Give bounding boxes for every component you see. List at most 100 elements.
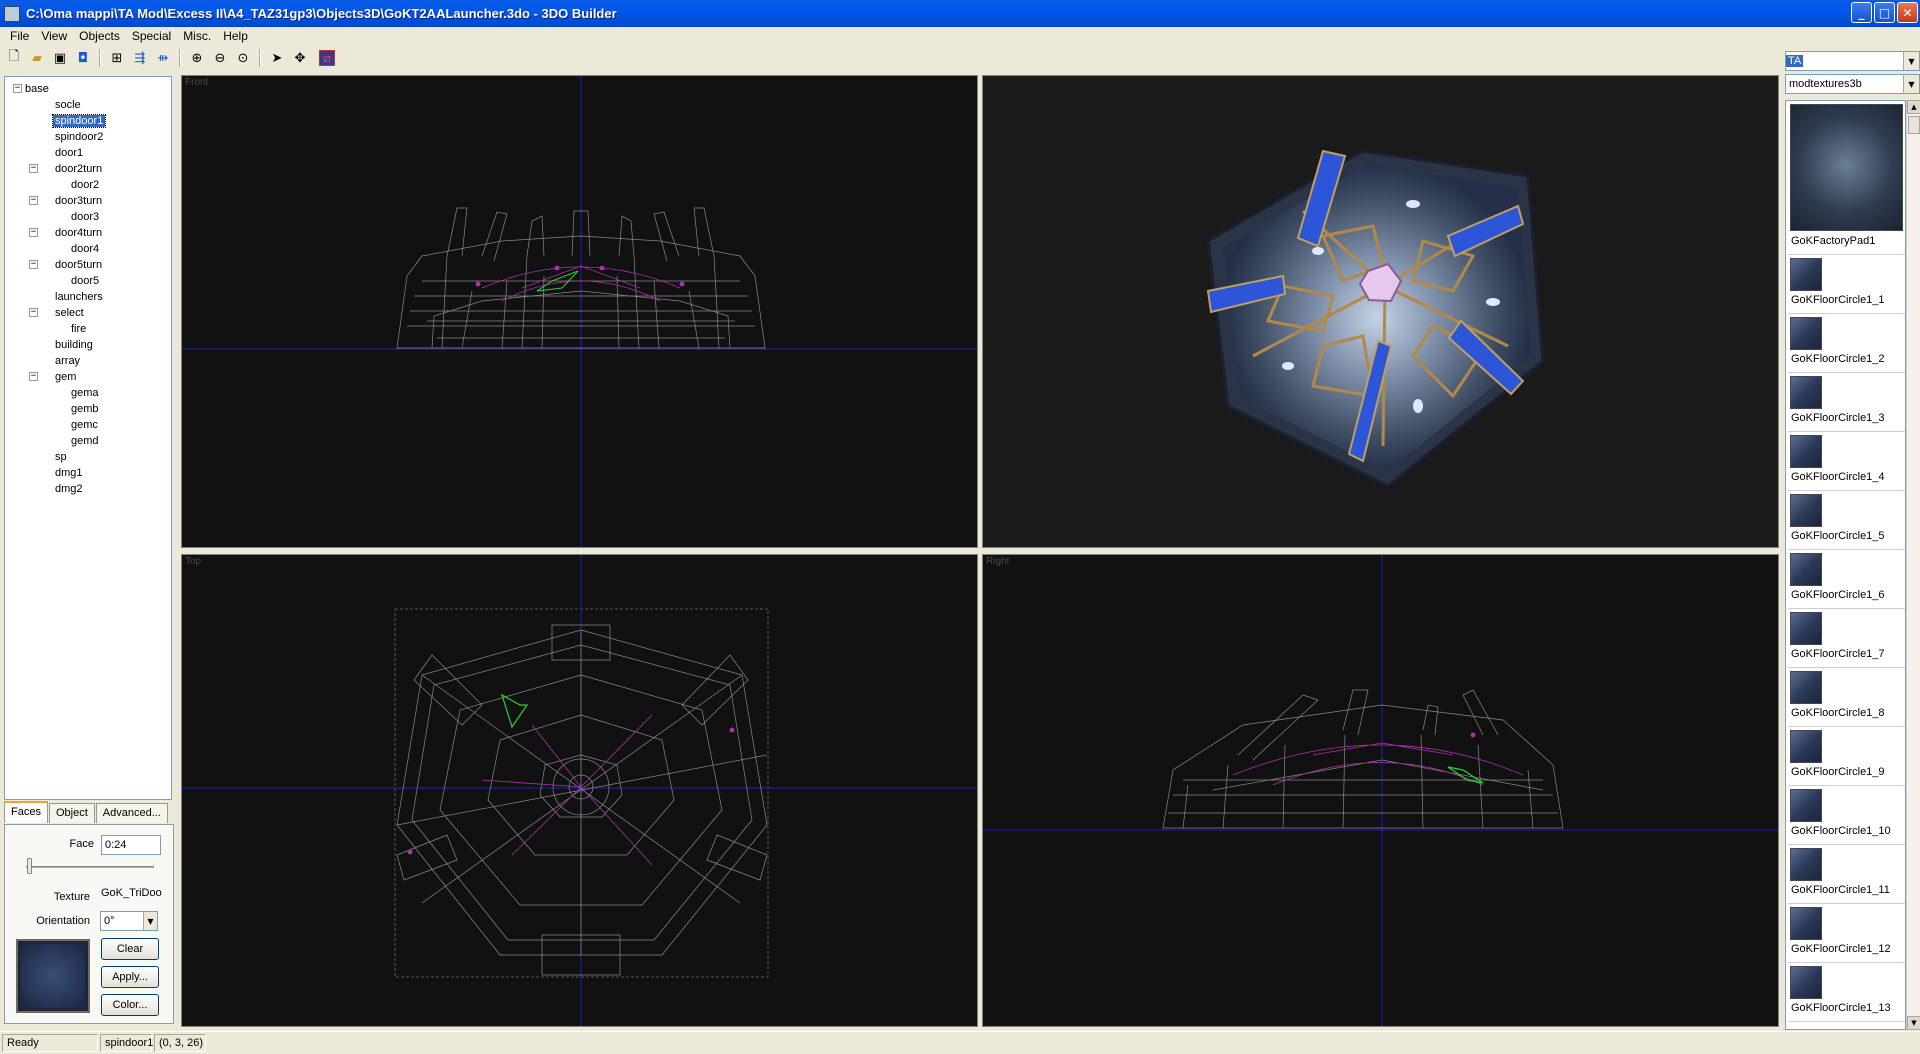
zoom-in-icon[interactable]: ⊕ xyxy=(187,48,207,68)
texture-item[interactable]: GoKFactoryPad1 xyxy=(1788,102,1905,255)
close-button[interactable]: ✕ xyxy=(1897,2,1918,23)
texture-item[interactable]: GoKFloorCircle1_11 xyxy=(1788,846,1905,904)
tree-item[interactable]: dmg2 xyxy=(5,481,171,497)
collapse-icon[interactable]: − xyxy=(29,308,38,317)
zoom-fit-icon[interactable]: ⊙ xyxy=(233,48,253,68)
tree-item[interactable]: door3 xyxy=(5,209,171,225)
texture-thumbnail xyxy=(1790,553,1822,586)
texture-item[interactable]: GoKFloorCircle1_8 xyxy=(1788,669,1905,727)
property-tabs: Faces Object Advanced... xyxy=(4,801,169,824)
tree-item[interactable]: − door4turn xyxy=(5,225,171,241)
menu-file[interactable]: File xyxy=(4,29,35,43)
texture-item[interactable]: GoKFloorCircle1_1 xyxy=(1788,256,1905,314)
texture-thumbnail xyxy=(1790,789,1822,822)
menu-special[interactable]: Special xyxy=(126,29,177,43)
collapse-icon[interactable]: − xyxy=(29,260,38,269)
tree-item[interactable]: − base xyxy=(5,81,171,97)
merge-objects-icon[interactable]: ⇶ xyxy=(130,48,150,68)
tree-item[interactable]: spindoor2 xyxy=(5,129,171,145)
menu-objects[interactable]: Objects xyxy=(73,29,126,43)
tree-item[interactable]: building xyxy=(5,337,171,353)
zoom-out-icon[interactable]: ⊖ xyxy=(210,48,230,68)
face-slider-track xyxy=(26,866,154,868)
tree-item[interactable]: gema xyxy=(5,385,171,401)
scroll-down-icon[interactable]: ▼ xyxy=(1907,1016,1920,1030)
tab-faces[interactable]: Faces xyxy=(4,801,48,823)
face-slider[interactable] xyxy=(27,858,32,874)
texture-list[interactable]: GoKFactoryPad1 GoKFloorCircle1_1 GoKFloorC… xyxy=(1785,100,1906,1030)
move-cross-icon[interactable]: ✥ xyxy=(290,48,310,68)
tree-item[interactable]: dmg1 xyxy=(5,465,171,481)
tree-item[interactable]: gemb xyxy=(5,401,171,417)
texture-thumbnail xyxy=(1790,494,1822,527)
clear-button[interactable]: Clear xyxy=(101,938,159,960)
minimize-button[interactable]: _ xyxy=(1851,2,1872,23)
texture-item[interactable]: GoKFloorCircle1_13 xyxy=(1788,964,1905,1022)
texture-item[interactable]: GoKFloorCircle1_3 xyxy=(1788,374,1905,432)
wireframe-toggle-icon[interactable]: ⧄ xyxy=(319,50,335,66)
orientation-select[interactable]: 0° ▼ xyxy=(100,911,158,931)
texture-item[interactable]: GoKFloorCircle1_10 xyxy=(1788,787,1905,845)
tree-item[interactable]: fire xyxy=(5,321,171,337)
chevron-down-icon[interactable]: ▼ xyxy=(143,912,157,930)
save-disk-icon[interactable]: ▣ xyxy=(50,48,70,68)
tree-item[interactable]: door1 xyxy=(5,145,171,161)
status-state: Ready xyxy=(2,1034,98,1052)
mod-select[interactable]: TA ▼ xyxy=(1785,51,1920,71)
menu-view[interactable]: View xyxy=(35,29,73,43)
texture-item[interactable]: GoKFloorCircle1_7 xyxy=(1788,610,1905,668)
open-folder-icon[interactable]: ▰ xyxy=(27,48,47,68)
new-file-icon[interactable]: 🗋 xyxy=(4,48,24,68)
tree-item[interactable]: door4 xyxy=(5,241,171,257)
tree-item[interactable]: gemd xyxy=(5,433,171,449)
menu-help[interactable]: Help xyxy=(217,29,254,43)
menu-misc[interactable]: Misc. xyxy=(177,29,217,43)
tree-item[interactable]: spindoor1 xyxy=(5,113,171,129)
tree-item[interactable]: sp xyxy=(5,449,171,465)
collapse-icon[interactable]: − xyxy=(29,228,38,237)
tree-item[interactable]: launchers xyxy=(5,289,171,305)
front-viewport[interactable]: Front xyxy=(181,75,978,548)
collapse-icon[interactable]: − xyxy=(29,372,38,381)
chevron-down-icon[interactable]: ▼ xyxy=(1903,75,1919,93)
texture-item[interactable]: GoKFloorCircle1_12 xyxy=(1788,905,1905,963)
object-tree[interactable]: − base socle spindoor1 spindoor2 door1− door2t… xyxy=(4,76,172,800)
tree-item[interactable]: door2 xyxy=(5,177,171,193)
tree-item[interactable]: array xyxy=(5,353,171,369)
tree-item[interactable]: − door3turn xyxy=(5,193,171,209)
properties-icon[interactable]: ◘ xyxy=(73,48,93,68)
face-field[interactable]: 0:24 xyxy=(101,835,161,855)
texture-item[interactable]: GoKFloorCircle1_5 xyxy=(1788,492,1905,550)
collapse-icon[interactable]: − xyxy=(29,196,38,205)
right-viewport[interactable]: Right xyxy=(982,554,1779,1027)
texture-item[interactable]: GoKFloorCircle1_6 xyxy=(1788,551,1905,609)
collapse-icon[interactable]: − xyxy=(29,164,38,173)
tree-item[interactable]: door5 xyxy=(5,273,171,289)
apply-button[interactable]: Apply... xyxy=(101,966,159,988)
tab-object[interactable]: Object xyxy=(48,803,95,823)
add-object-icon[interactable]: ⊞ xyxy=(107,48,127,68)
tree-item[interactable]: − gem xyxy=(5,369,171,385)
maximize-button[interactable]: □ xyxy=(1874,2,1895,23)
texture-list-scrollbar[interactable]: ▲ ▼ xyxy=(1906,100,1920,1030)
color-button[interactable]: Color... xyxy=(101,994,159,1016)
collapse-icon[interactable]: − xyxy=(13,84,22,93)
scroll-thumb[interactable] xyxy=(1908,116,1920,134)
top-viewport[interactable]: Top xyxy=(181,554,978,1027)
tree-item[interactable]: gemc xyxy=(5,417,171,433)
texture-item[interactable]: GoKFloorCircle1_9 xyxy=(1788,728,1905,786)
tree-item[interactable]: − select xyxy=(5,305,171,321)
texture-item[interactable]: GoKFloorCircle1_4 xyxy=(1788,433,1905,491)
tab-advanced[interactable]: Advanced... xyxy=(95,803,168,823)
texture-set-select[interactable]: modtextures3b ▼ xyxy=(1785,74,1920,94)
tree-item[interactable]: − door2turn xyxy=(5,161,171,177)
perspective-viewport[interactable] xyxy=(982,75,1779,548)
texture-name: GoKFloorCircle1_12 xyxy=(1791,943,1891,955)
select-arrow-icon[interactable]: ➤ xyxy=(267,48,287,68)
tree-item[interactable]: socle xyxy=(5,97,171,113)
texture-item[interactable]: GoKFloorCircle1_2 xyxy=(1788,315,1905,373)
split-objects-icon[interactable]: ⇻ xyxy=(153,48,173,68)
tree-item[interactable]: − door5turn xyxy=(5,257,171,273)
chevron-down-icon[interactable]: ▼ xyxy=(1903,52,1919,70)
scroll-up-icon[interactable]: ▲ xyxy=(1907,100,1920,114)
